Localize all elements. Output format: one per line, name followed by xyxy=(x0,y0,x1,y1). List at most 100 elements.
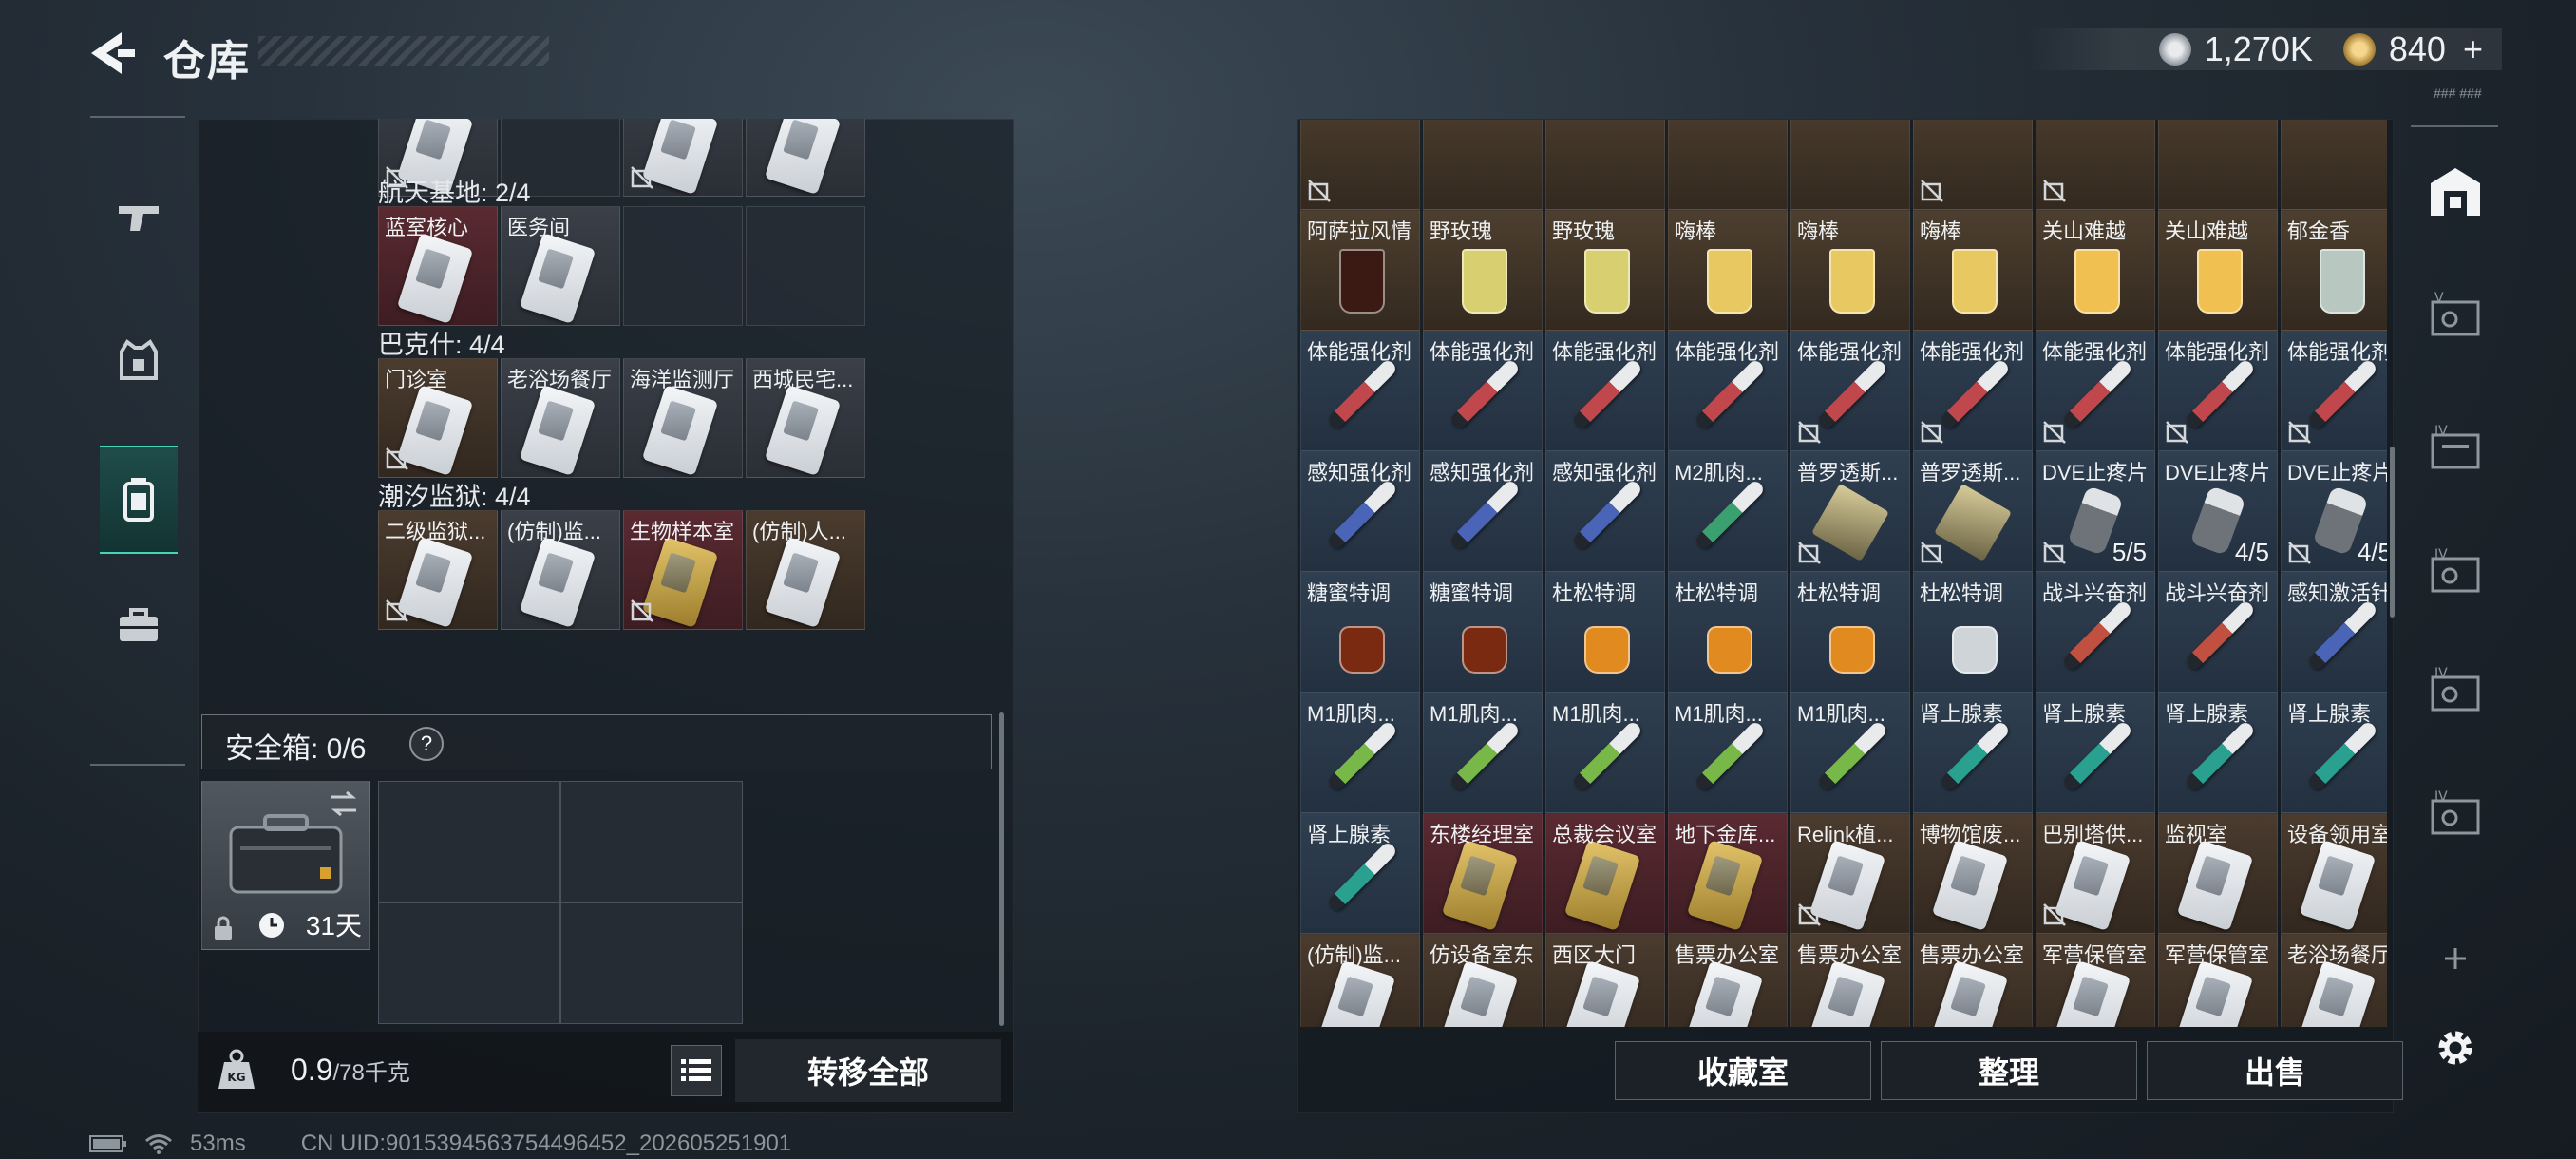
inventory-item[interactable] xyxy=(2036,120,2155,210)
inventory-item[interactable]: Relink植... xyxy=(1790,813,1910,934)
list-view-button[interactable] xyxy=(671,1045,722,1096)
inventory-item[interactable]: 总裁会议室 xyxy=(1545,813,1665,934)
inventory-item[interactable]: M2肌肉... xyxy=(1668,451,1788,572)
left-scrollbar[interactable] xyxy=(999,712,1004,1026)
inventory-item[interactable]: 博物馆废... xyxy=(1913,813,2033,934)
inventory-item[interactable]: 东楼经理室 xyxy=(1423,813,1543,934)
keycard-slot[interactable]: 门诊室 xyxy=(378,358,498,478)
inventory-item[interactable]: 嗨棒 xyxy=(1790,210,1910,331)
keycard-slot[interactable]: (仿制)监... xyxy=(501,510,620,630)
add-warehouse-button[interactable] xyxy=(2416,920,2494,998)
safebox-slot[interactable] xyxy=(379,782,559,902)
transfer-all-button[interactable]: 转移全部 xyxy=(735,1039,1001,1102)
inventory-item[interactable]: 巴别塔供... xyxy=(2036,813,2155,934)
nav-weapons[interactable] xyxy=(100,165,178,270)
keycard-slot[interactable]: 蓝室核心 xyxy=(378,206,498,326)
inventory-item[interactable]: 军营保管室 xyxy=(2036,934,2155,1027)
keycard-slot[interactable]: 海洋监测厅 xyxy=(623,358,743,478)
inventory-item[interactable]: 感知强化剂 xyxy=(1545,451,1665,572)
inventory-item[interactable]: 肾上腺素 xyxy=(2281,693,2387,813)
inventory-item[interactable]: 野玫瑰 xyxy=(1545,210,1665,331)
keycard-slot[interactable] xyxy=(746,206,865,326)
keycard-slot[interactable]: 二级监狱... xyxy=(378,510,498,630)
inventory-item[interactable]: 郁金香 xyxy=(2281,210,2387,331)
inventory-item[interactable]: 杜松特调 xyxy=(1545,572,1665,693)
inventory-item[interactable]: M1肌肉... xyxy=(1668,693,1788,813)
keycard-slot[interactable] xyxy=(623,206,743,326)
safe-case-slot[interactable]: 31天 xyxy=(201,781,370,950)
collection-room-button[interactable]: 收藏室 xyxy=(1615,1041,1871,1100)
currency-add-button[interactable]: + xyxy=(2463,29,2483,69)
warehouse-tab-4c[interactable]: IV xyxy=(2416,651,2494,729)
swap-icon[interactable] xyxy=(328,789,360,818)
inventory-item[interactable]: 普罗透斯... xyxy=(1790,451,1910,572)
sell-button[interactable]: 出售 xyxy=(2147,1041,2403,1100)
keycard-slot[interactable]: 老浴场餐厅 xyxy=(501,358,620,478)
inventory-item[interactable]: 体能强化剂 xyxy=(2158,331,2278,451)
inventory-item[interactable]: DVE止疼片 4/5 xyxy=(2281,451,2387,572)
inventory-item[interactable] xyxy=(1790,120,1910,210)
nav-misc[interactable] xyxy=(100,574,178,678)
inventory-item[interactable] xyxy=(1545,120,1665,210)
right-scrollbar[interactable] xyxy=(2390,446,2395,618)
inventory-item[interactable]: 体能强化剂 xyxy=(1668,331,1788,451)
inventory-item[interactable]: 阿萨拉风情 xyxy=(1300,210,1420,331)
nav-consumables[interactable] xyxy=(100,446,178,554)
inventory-item[interactable]: 战斗兴奋剂 xyxy=(2158,572,2278,693)
inventory-item[interactable]: 嗨棒 xyxy=(1913,210,2033,331)
inventory-item[interactable]: 体能强化剂 xyxy=(2036,331,2155,451)
inventory-item[interactable]: 感知强化剂 xyxy=(1423,451,1543,572)
inventory-item[interactable]: 体能强化剂 xyxy=(2281,331,2387,451)
inventory-item[interactable]: 杜松特调 xyxy=(1913,572,2033,693)
keycard-collection-list[interactable]: 航天基地: 2/4 蓝室核心 医务间 巴克什: 4/4 门诊室 老浴场餐厅 海洋监测厅 西城民… xyxy=(378,119,986,689)
inventory-item[interactable]: 普罗透斯... xyxy=(1913,451,2033,572)
inventory-item[interactable]: 战斗兴奋剂 xyxy=(2036,572,2155,693)
inventory-item[interactable] xyxy=(1913,120,2033,210)
inventory-item[interactable]: 肾上腺素 xyxy=(2158,693,2278,813)
inventory-item[interactable]: 感知强化剂 xyxy=(1300,451,1420,572)
inventory-item[interactable]: 杜松特调 xyxy=(1790,572,1910,693)
inventory-item[interactable]: 肾上腺素 xyxy=(1913,693,2033,813)
keycard-slot[interactable]: 西城民宅... xyxy=(746,358,865,478)
inventory-item[interactable]: 设备领用室 xyxy=(2281,813,2387,934)
warehouse-tab-4d[interactable]: IV xyxy=(2416,774,2494,852)
inventory-item[interactable]: 军营保管室 xyxy=(2158,934,2278,1027)
inventory-item[interactable]: 西区大门 xyxy=(1545,934,1665,1027)
inventory-item[interactable]: 关山难越 xyxy=(2158,210,2278,331)
inventory-item[interactable]: 售票办公室 xyxy=(1913,934,2033,1027)
inventory-item[interactable]: 关山难越 xyxy=(2036,210,2155,331)
inventory-item[interactable] xyxy=(1300,120,1420,210)
warehouse-tab-4b[interactable]: IV xyxy=(2416,532,2494,610)
inventory-item[interactable] xyxy=(1668,120,1788,210)
warehouse-tab-main[interactable] xyxy=(2416,152,2494,230)
inventory-item[interactable]: DVE止疼片 4/5 xyxy=(2158,451,2278,572)
inventory-item[interactable]: 体能强化剂 xyxy=(1423,331,1543,451)
organize-button[interactable]: 整理 xyxy=(1881,1041,2137,1100)
back-button[interactable] xyxy=(84,28,139,78)
inventory-item[interactable]: (仿制)监... xyxy=(1300,934,1420,1027)
warehouse-tab-5[interactable]: V xyxy=(2416,276,2494,353)
inventory-item[interactable]: M1肌肉... xyxy=(1423,693,1543,813)
inventory-item[interactable]: ✚ 800 xyxy=(1423,120,1543,210)
inventory-item[interactable]: 杜松特调 xyxy=(1668,572,1788,693)
inventory-item[interactable]: M1肌肉... xyxy=(1790,693,1910,813)
inventory-item[interactable]: 野玫瑰 xyxy=(1423,210,1543,331)
inventory-item[interactable]: 感知激活针 xyxy=(2281,572,2387,693)
inventory-item[interactable]: 肾上腺素 xyxy=(1300,813,1420,934)
keycard-slot[interactable] xyxy=(623,119,743,197)
inventory-item[interactable]: M1肌肉... xyxy=(1545,693,1665,813)
nav-equipment[interactable] xyxy=(100,308,178,412)
inventory-item[interactable]: 体能强化剂 xyxy=(1300,331,1420,451)
inventory-item[interactable]: 地下金库... xyxy=(1668,813,1788,934)
warehouse-tab-4a[interactable]: IV xyxy=(2416,408,2494,486)
inventory-item[interactable] xyxy=(2158,120,2278,210)
inventory-item[interactable]: 仿设备室东 xyxy=(1423,934,1543,1027)
inventory-item[interactable]: 体能强化剂 xyxy=(1790,331,1910,451)
warehouse-item-grid[interactable]: ✚ 800阿萨拉风情野玫瑰野玫瑰嗨棒嗨棒嗨棒关山难越关山难越郁金香体能强化剂体能… xyxy=(1300,120,2387,1027)
inventory-item[interactable]: 售票办公室 xyxy=(1790,934,1910,1027)
inventory-item[interactable]: 嗨棒 xyxy=(1668,210,1788,331)
settings-button[interactable] xyxy=(2416,1009,2494,1087)
safebox-slot[interactable] xyxy=(561,903,742,1023)
inventory-item[interactable]: 监视室 xyxy=(2158,813,2278,934)
help-button[interactable]: ? xyxy=(409,727,444,761)
